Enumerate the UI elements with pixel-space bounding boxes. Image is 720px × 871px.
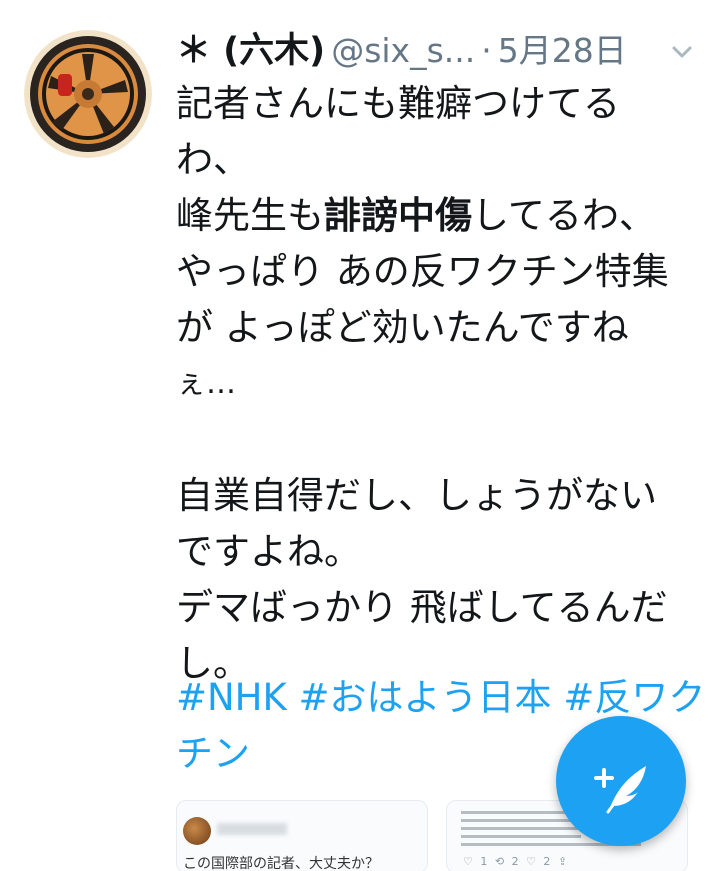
tweet-text-line: やっぱり あの反ワクチン特集	[176, 250, 669, 293]
tweet-text: 記者さんにも難癖つけてる わ、 峰先生も誹謗中傷してるわ、 やっぱり あの反ワク…	[176, 76, 696, 692]
hashtag-nhk[interactable]: #NHK	[176, 676, 287, 719]
compose-quill-icon	[594, 766, 646, 814]
tweet-date[interactable]: 5月28日	[498, 31, 627, 70]
wheel-avatar-icon	[24, 30, 152, 158]
text-segment: 峰先生も	[176, 194, 324, 237]
user-handle[interactable]: @six_s...	[331, 31, 475, 70]
hashtag-ohayou-nihon[interactable]: #おはよう日本	[299, 676, 552, 719]
attached-image-1[interactable]: この国際部の記者、大丈夫か？	[176, 800, 428, 871]
card-text: この国際部の記者、大丈夫か？	[183, 856, 379, 871]
tweet[interactable]: ＊ (六木) @six_s... · 5月28日 記者さんにも難癖つけてる わ、 峰先…	[0, 0, 720, 871]
chevron-down-icon[interactable]	[668, 38, 696, 66]
blurred-name	[217, 823, 287, 835]
tweet-text-line: 峰先生も誹謗中傷してるわ、	[176, 188, 696, 244]
tweet-text-line: デマばっかり 飛ばしてるんだ	[176, 586, 668, 629]
hashtag-anti-vaccine-continued[interactable]: チン	[176, 732, 250, 775]
display-name[interactable]: ＊ (六木)	[176, 31, 325, 71]
compose-tweet-button[interactable]	[556, 716, 686, 846]
separator-dot: ·	[481, 31, 492, 70]
tweet-text-line: わ、	[176, 138, 250, 181]
tweet-text-line: 自業自得だし、しょうがない	[176, 474, 657, 517]
tweet-text-line: ですよね。	[176, 530, 361, 573]
tweet-text-line: ぇ…	[176, 366, 236, 401]
bold-text-segment: 誹謗中傷	[324, 194, 472, 237]
avatar[interactable]	[24, 30, 152, 158]
tweet-text-line: 記者さんにも難癖つけてる	[176, 82, 620, 125]
hashtag-anti-vaccine[interactable]: #反ワク	[563, 676, 705, 719]
tweet-header: ＊ (六木) @six_s... · 5月28日	[176, 26, 696, 76]
card-avatar	[183, 817, 211, 845]
card-action-icons: ♡ 1 ⟲ 2 ♡ 2 ⇪	[463, 855, 570, 868]
tweet-text-line: が よっぽど効いたんですね	[176, 306, 629, 349]
text-segment: してるわ、	[472, 194, 656, 237]
